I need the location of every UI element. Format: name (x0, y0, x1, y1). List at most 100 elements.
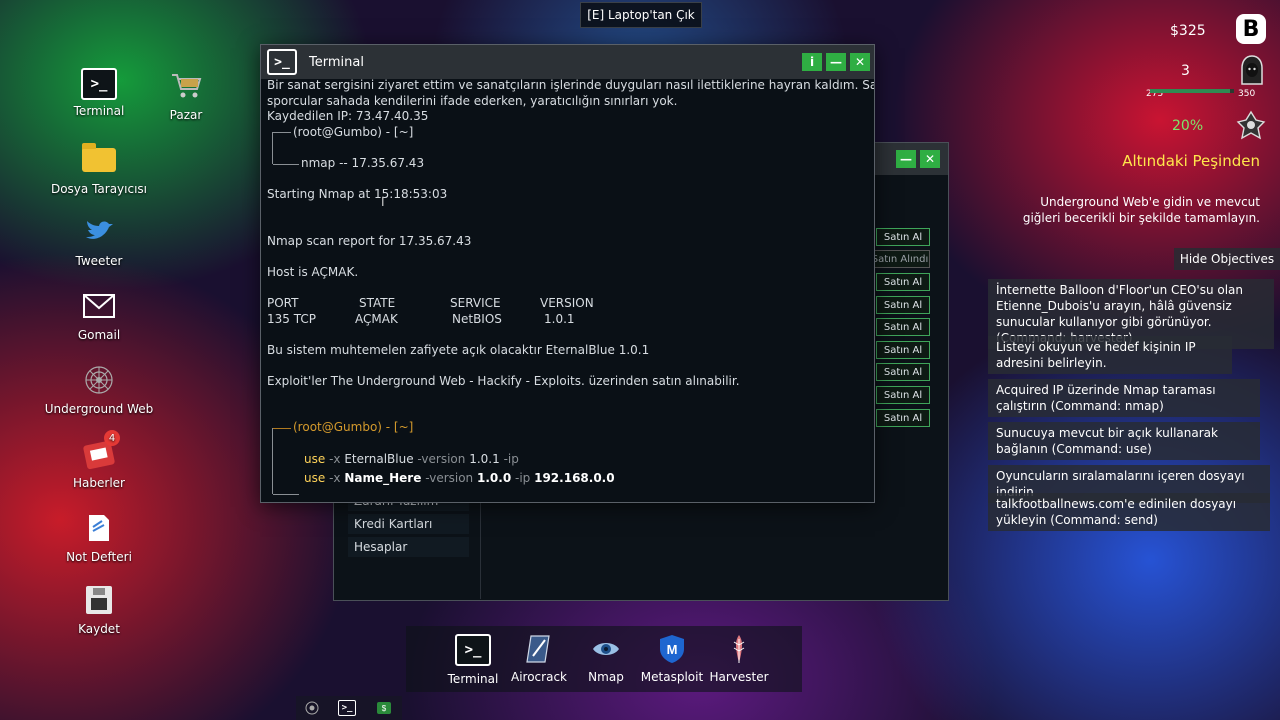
output-line: sporcular sahada kendilerini ifade ederk… (267, 94, 678, 108)
output-line: Bu sistem muhtemelen zafiyete açık olaca… (267, 343, 650, 357)
hacker-icon (1238, 54, 1266, 90)
tree-line (272, 132, 273, 164)
desktop-icon-label: Pazar (169, 108, 203, 122)
airocrack-icon (523, 634, 555, 664)
buy-button[interactable]: Satın Al (876, 409, 930, 427)
col-header-port: PORT (267, 296, 299, 310)
bitcoin-icon: B (1236, 14, 1266, 44)
buy-button[interactable]: Satın Al (876, 386, 930, 404)
close-button[interactable]: ✕ (850, 53, 870, 71)
store-taskbar-icon[interactable]: $ (374, 699, 394, 717)
terminal-icon: >_ (81, 68, 117, 100)
xp-max: 350 (1238, 89, 1256, 99)
desktop-icon-save[interactable]: Kaydet (44, 582, 154, 636)
buy-button[interactable]: Satın Al (876, 341, 930, 359)
cell-state: AÇMAK (355, 312, 398, 326)
bird-icon (81, 214, 117, 250)
suggestion-line: use -x EternalBlue -version 1.0.1 -ip (304, 452, 519, 466)
dock-item-label: Airocrack (511, 670, 567, 684)
news-badge: 4 (104, 430, 120, 446)
taskbar: >_ $ (296, 696, 402, 720)
output-line: Nmap scan report for 17.35.67.43 (267, 234, 472, 248)
underground-web-taskbar-icon[interactable] (302, 699, 322, 717)
dock-item-nmap[interactable]: Nmap (571, 634, 641, 684)
objective-title: Altındaki Peşinden (1122, 152, 1260, 170)
buy-button[interactable]: Satın Al (876, 318, 930, 336)
money-display: $325 (1170, 23, 1206, 39)
shield-icon: M (656, 634, 688, 664)
col-header-version: VERSION (540, 296, 594, 310)
sidebar-item-credit-cards[interactable]: Kredi Kartları (348, 514, 469, 534)
heat-icon (1236, 110, 1266, 144)
minimize-button[interactable]: — (826, 53, 846, 71)
terminal-taskbar-icon[interactable]: >_ (338, 700, 356, 716)
terminal-window: >_ Terminal i — ✕ Bir sanat sergisini zi… (260, 44, 875, 503)
dock-item-label: Terminal (447, 672, 499, 686)
terminal-output[interactable]: Bir sanat sergisini ziyaret ettim ve san… (261, 79, 874, 499)
dock-item-harvester[interactable]: Harvester (704, 634, 774, 684)
tree-line (273, 428, 291, 429)
sidebar-item-accounts[interactable]: Hesaplar (348, 537, 469, 557)
output-line: Kaydedilen IP: 73.47.40.35 (267, 109, 429, 123)
desktop-icon-label: Haberler (73, 476, 125, 490)
minimize-button[interactable]: — (896, 150, 916, 168)
terminal-icon: >_ (267, 49, 297, 75)
dock-item-label: Harvester (709, 670, 769, 684)
dock-item-terminal[interactable]: >_ Terminal (438, 634, 508, 686)
web-spider-icon (81, 362, 117, 398)
hide-objectives-button[interactable]: Hide Objectives (1174, 248, 1280, 270)
xp-bar (1150, 89, 1234, 93)
text-cursor: I (381, 195, 385, 209)
dock-item-airocrack[interactable]: Airocrack (504, 634, 574, 684)
save-icon (81, 582, 117, 618)
exit-laptop-prompt[interactable]: [E] Laptop'tan Çık (580, 2, 702, 28)
col-header-state: STATE (359, 296, 396, 310)
xp-bar-fill (1150, 89, 1230, 93)
objective-item: Listeyi okuyun ve hedef kişinin IP adres… (988, 336, 1232, 374)
buy-button[interactable]: Satın Al (876, 273, 930, 291)
desktop-icon-underground-web[interactable]: Underground Web (44, 362, 154, 416)
level-display: 3 (1181, 63, 1190, 79)
svg-text:$: $ (382, 704, 387, 713)
tree-line (273, 494, 299, 495)
command-input-line[interactable]: use -x Name_Here -version 1.0.0 -ip 192.… (304, 471, 615, 485)
terminal-titlebar[interactable]: >_ Terminal i — ✕ (261, 45, 874, 79)
desktop-icon-notepad[interactable]: Not Defteri (44, 510, 154, 564)
output-line: Host is AÇMAK. (267, 265, 359, 279)
close-button[interactable]: ✕ (920, 150, 940, 168)
output-line: Bir sanat sergisini ziyaret ettim ve san… (267, 79, 874, 92)
buy-button[interactable]: Satın Al (876, 363, 930, 381)
desktop-icon-news[interactable]: 4 Haberler (44, 430, 154, 490)
buy-button[interactable]: Satın Al (876, 228, 930, 246)
dock-item-metasploit[interactable]: M Metasploit (637, 634, 707, 684)
desktop-icon-gomail[interactable]: Gomail (44, 288, 154, 342)
objective-item: Acquired IP üzerinde Nmap taraması çalış… (988, 379, 1260, 417)
notepad-icon (81, 510, 117, 546)
terminal-icon: >_ (455, 634, 491, 666)
desktop-icon-label: Gomail (77, 328, 121, 342)
objective-item: talkfootballnews.com'e edinilen dosyayı … (988, 493, 1270, 531)
shell-prompt: (root@Gumbo) - [~] (293, 125, 414, 139)
buy-button[interactable]: Satın Al (876, 296, 930, 314)
objective-item: Sunucuya mevcut bir açık kullanarak bağl… (988, 422, 1260, 460)
desktop-icon-label: Tweeter (75, 254, 123, 268)
desktop-icon-label: Underground Web (44, 402, 154, 416)
app-dock: >_ Terminal Airocrack Nmap M Metasploit … (406, 626, 802, 692)
desktop-icon-tweeter[interactable]: Tweeter (44, 214, 154, 268)
tree-line (272, 428, 273, 494)
eye-icon (590, 634, 622, 664)
cell-port: 135 TCP (267, 312, 316, 326)
folder-icon (81, 142, 117, 178)
desktop-icon-label: Dosya Tarayıcısı (50, 182, 148, 196)
heat-percent: 20% (1172, 118, 1204, 134)
desktop-icon-label: Kaydet (78, 622, 120, 636)
cell-version: 1.0.1 (544, 312, 575, 326)
tree-line (273, 132, 291, 133)
info-button[interactable]: i (802, 53, 822, 71)
desktop-icon-market[interactable]: Pazar (131, 68, 241, 122)
svg-text:M: M (667, 642, 678, 657)
bought-label: Satın Alındı (870, 250, 930, 268)
output-line: Starting Nmap at 15:18:53:03 (267, 187, 448, 201)
desktop-icon-file-browser[interactable]: Dosya Tarayıcısı (44, 142, 154, 196)
window-title: Terminal (309, 54, 364, 70)
